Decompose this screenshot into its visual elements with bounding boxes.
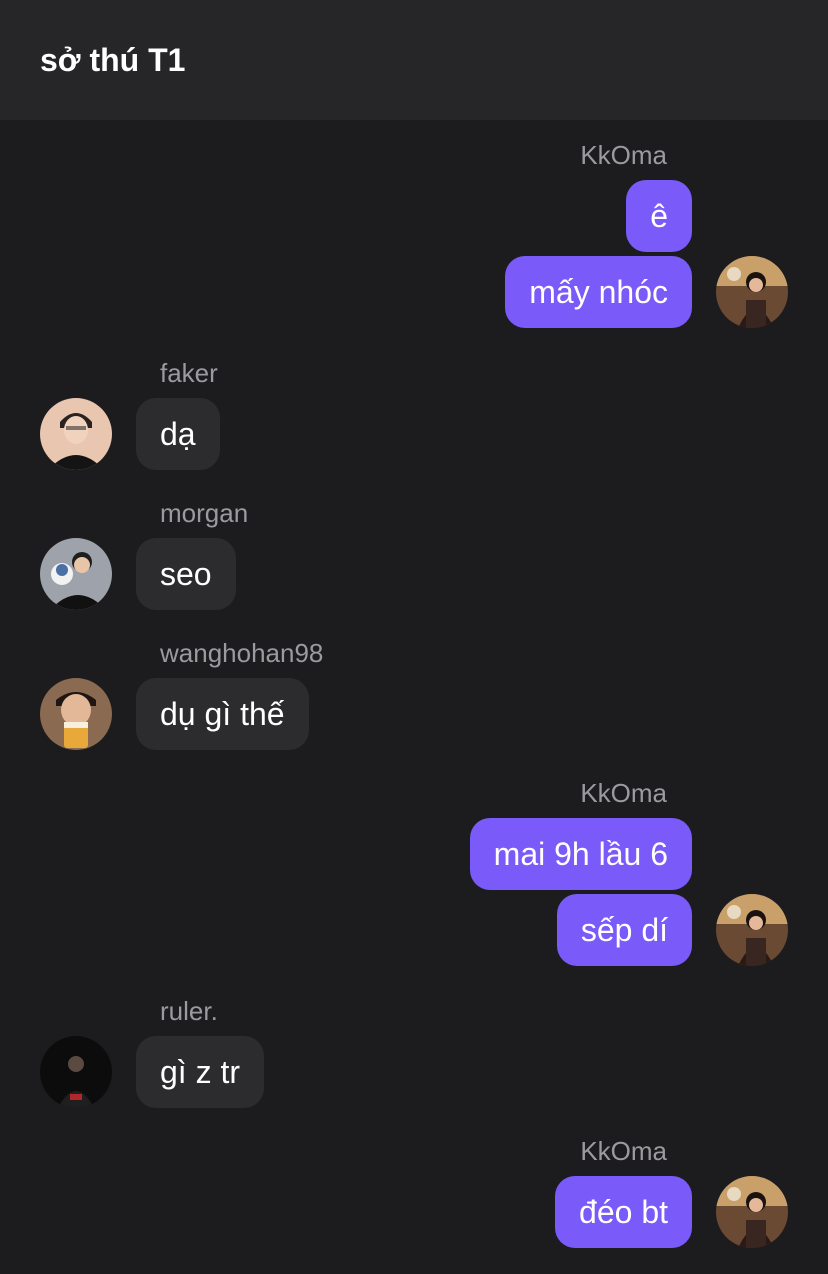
message-bubble[interactable]: gì z tr	[136, 1036, 265, 1108]
chat-header: sở thú T1	[0, 0, 828, 120]
message-bubble[interactable]: ê	[626, 180, 692, 252]
sender-name: wanghohan98	[160, 638, 324, 668]
sender-name: morgan	[160, 498, 249, 528]
kkoma-avatar[interactable]	[716, 1176, 788, 1248]
kkoma-avatar[interactable]	[716, 894, 788, 966]
message-bubble[interactable]: dụ gì thế	[136, 678, 309, 750]
wanghohan98-avatar[interactable]	[40, 678, 112, 750]
message-bubble[interactable]: mai 9h lầu 6	[469, 818, 692, 890]
ruler-avatar[interactable]	[40, 1036, 112, 1108]
message-bubble[interactable]: mấy nhóc	[505, 256, 692, 328]
chat-title[interactable]: sở thú T1	[40, 40, 185, 80]
sender-name: KkOma	[580, 1136, 667, 1166]
sender-name: KkOma	[580, 778, 667, 808]
message-bubble[interactable]: seo	[136, 538, 236, 610]
faker-avatar[interactable]	[40, 398, 112, 470]
morgan-avatar[interactable]	[40, 538, 112, 610]
sender-name: ruler.	[160, 996, 218, 1026]
sender-name: KkOma	[580, 140, 667, 170]
sender-name: faker	[160, 358, 218, 388]
kkoma-avatar[interactable]	[716, 256, 788, 328]
message-bubble[interactable]: dạ	[136, 398, 220, 470]
chat-screen: sở thú T1 KkOma ê mấy nhóc faker dạ morg…	[0, 0, 828, 1274]
message-bubble[interactable]: đéo bt	[555, 1176, 692, 1248]
message-bubble[interactable]: sếp dí	[556, 894, 692, 966]
